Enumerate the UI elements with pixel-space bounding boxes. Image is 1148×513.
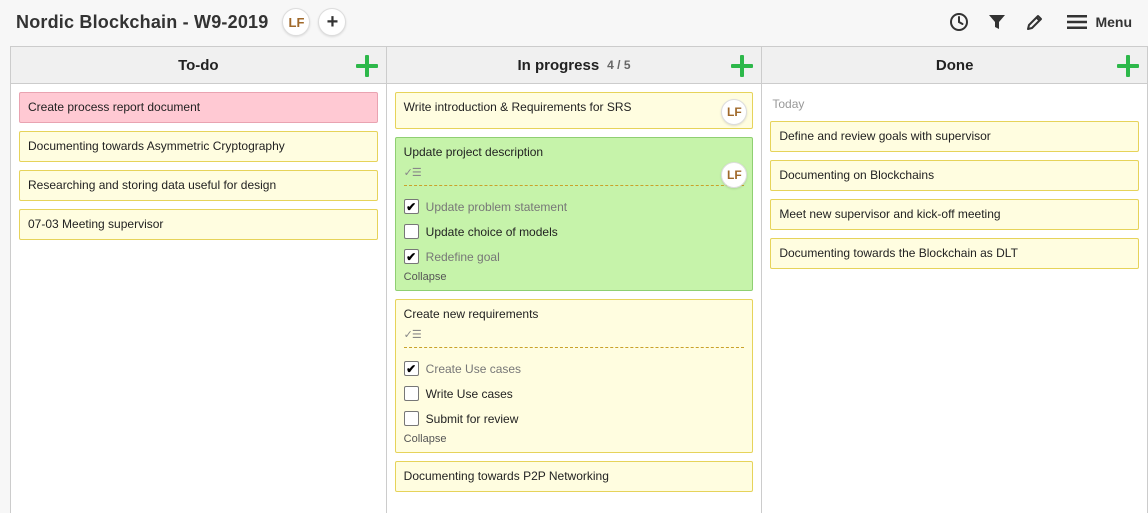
card-title: Create process report document [28, 100, 201, 114]
checklist-item-label: Update choice of models [425, 224, 558, 239]
collapse-link[interactable]: Collapse [404, 433, 447, 445]
hamburger-icon [1067, 15, 1088, 29]
menu-label: Menu [1095, 14, 1132, 30]
card-expanded[interactable]: Create new requirements ✓☰ ✔ Create Use … [394, 299, 754, 453]
checkbox[interactable] [403, 386, 419, 401]
card-title: Create new requirements [403, 307, 539, 321]
list-header-done: Done [762, 47, 1147, 84]
checklist-item: Write Use cases [403, 381, 745, 406]
list-header-in-progress: In progress 4 / 5 [386, 47, 762, 84]
card[interactable]: Write introduction & Requirements for SR… [394, 92, 754, 129]
card-title: 07-03 Meeting supervisor [28, 217, 164, 231]
card[interactable]: Researching and storing data useful for … [19, 170, 378, 201]
list-body: Today Define and review goals with super… [762, 84, 1147, 285]
add-card-icon[interactable] [355, 55, 378, 77]
checklist: ✔ Create Use cases Write Use cases Submi… [403, 347, 745, 431]
card[interactable]: Documenting towards the Blockchain as DL… [770, 238, 1139, 269]
list-title[interactable]: In progress [517, 57, 599, 74]
list-done: Done Today Define and review goals with … [762, 47, 1148, 513]
checklist-item-label: Submit for review [425, 411, 519, 426]
list-in-progress: In progress 4 / 5 Write introduction & R… [386, 47, 763, 513]
checkbox[interactable]: ✔ [403, 249, 419, 264]
checklist-item: ✔ Create Use cases [403, 356, 745, 381]
toolbar: Menu [933, 0, 1132, 44]
list-body: Write introduction & Requirements for SR… [387, 84, 762, 508]
checklist: ✔ Update problem statement Update choice… [403, 185, 745, 269]
card[interactable]: 07-03 Meeting supervisor [19, 209, 378, 240]
add-card-icon[interactable] [1117, 55, 1139, 77]
pencil-icon[interactable] [1023, 10, 1047, 34]
checklist-icon: ✓☰ [403, 329, 422, 341]
filter-icon[interactable] [985, 10, 1009, 34]
card[interactable]: Documenting on Blockchains [770, 160, 1139, 191]
collapse-link[interactable]: Collapse [404, 271, 447, 283]
checkbox[interactable]: ✔ [403, 361, 419, 376]
checklist-item: Submit for review [403, 406, 745, 431]
card-title: Documenting towards Asymmetric Cryptogra… [28, 139, 285, 153]
list-body: Create process report document Documenti… [11, 84, 386, 256]
checkbox[interactable]: ✔ [403, 199, 419, 214]
checklist-item-label: Write Use cases [425, 386, 513, 401]
member-avatar[interactable]: LF [282, 8, 311, 36]
checklist-item-label: Redefine goal [425, 249, 500, 264]
card[interactable]: Documenting towards Asymmetric Cryptogra… [19, 131, 378, 162]
card-title: Define and review goals with supervisor [779, 129, 991, 143]
list-title[interactable]: To-do [178, 57, 219, 74]
card-title: Documenting on Blockchains [779, 168, 935, 182]
checklist-icon: ✓☰ [403, 167, 422, 179]
checklist-item: Update choice of models [403, 219, 745, 244]
wip-count: 4 / 5 [607, 58, 631, 72]
card[interactable]: Define and review goals with supervisor [770, 121, 1139, 152]
card-title: Write introduction & Requirements for SR… [403, 100, 632, 114]
section-label-today: Today [772, 97, 805, 111]
card[interactable]: Create process report document [19, 92, 378, 123]
top-bar: Nordic Blockchain - W9-2019 LF + Menu [0, 0, 1148, 44]
list-header-todo: To-do [11, 47, 386, 84]
kanban-board: To-do Create process report document Doc… [10, 46, 1148, 513]
add-card-icon[interactable] [731, 55, 754, 77]
checklist-item-label: Update problem statement [425, 199, 568, 214]
checklist-item-label: Create Use cases [425, 361, 522, 376]
card[interactable]: Meet new supervisor and kick-off meeting [770, 199, 1139, 230]
card-title: Documenting towards P2P Networking [403, 469, 609, 483]
card-title: Update project description [403, 145, 544, 159]
checkbox[interactable] [403, 224, 419, 239]
board-title[interactable]: Nordic Blockchain - W9-2019 [16, 12, 268, 33]
list-title[interactable]: Done [936, 57, 974, 74]
menu-button[interactable]: Menu [1067, 14, 1132, 30]
card-title: Documenting towards the Blockchain as DL… [779, 246, 1018, 260]
list-todo: To-do Create process report document Doc… [11, 47, 387, 513]
card-title: Researching and storing data useful for … [28, 178, 277, 192]
card-member-avatar[interactable]: LF [721, 99, 748, 125]
card-expanded[interactable]: Update project description LF ✓☰ ✔ Updat… [394, 137, 754, 291]
checklist-item: ✔ Redefine goal [403, 244, 745, 269]
card-title: Meet new supervisor and kick-off meeting [779, 207, 1001, 221]
history-icon[interactable] [947, 10, 971, 34]
card[interactable]: Documenting towards P2P Networking [394, 461, 754, 492]
checklist-item: ✔ Update problem statement [403, 194, 745, 219]
add-member-button[interactable]: + [318, 8, 347, 36]
checkbox[interactable] [403, 411, 419, 426]
